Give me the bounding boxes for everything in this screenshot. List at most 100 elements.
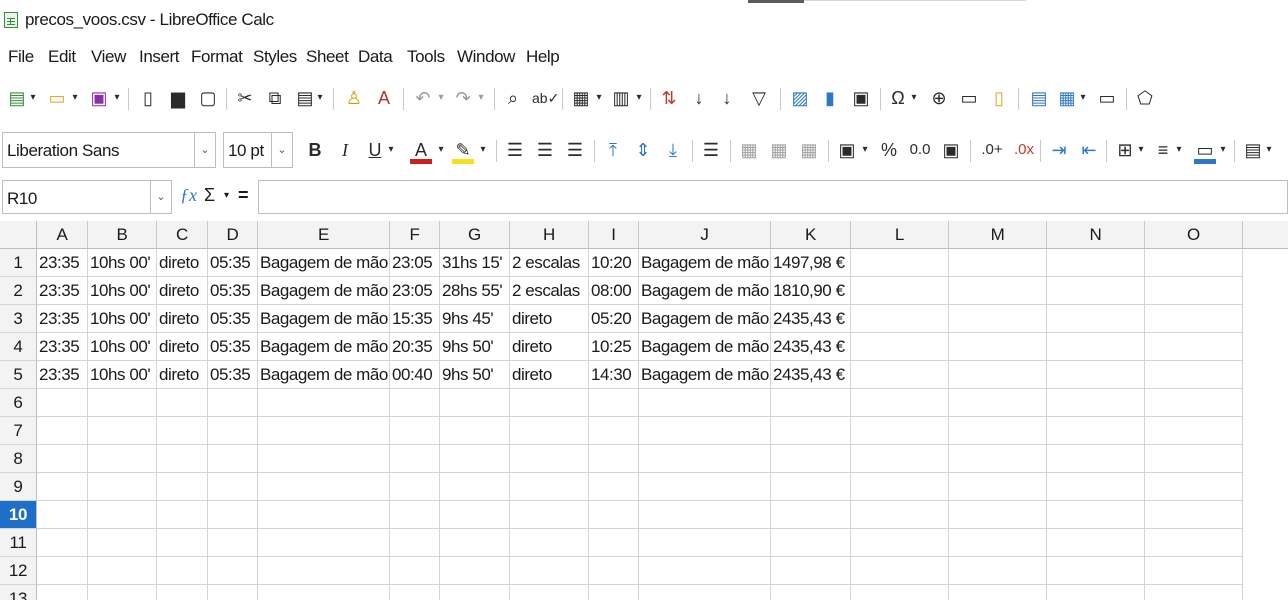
cell-m12[interactable] [949, 557, 1047, 585]
column-header-o[interactable]: O [1145, 221, 1243, 248]
column-header-i[interactable]: I [589, 221, 639, 248]
wrap-text-icon[interactable]: ☰ [700, 137, 722, 163]
spreadsheet-grid[interactable]: ABCDEFGHIJKLMNO 1 23:35 10hs 00' direto 05:3… [0, 221, 1288, 600]
open-folder-icon[interactable]: ▭ [46, 85, 68, 111]
align-top-icon[interactable]: ⤒ [602, 137, 624, 163]
column-header-j[interactable]: J [639, 221, 771, 248]
cell-k10[interactable] [771, 501, 851, 529]
cell-j8[interactable] [639, 445, 771, 473]
cell-k13[interactable] [771, 585, 851, 600]
cell-b3[interactable]: 10hs 00' [88, 305, 157, 333]
row-icon[interactable]: ▦ [570, 85, 592, 111]
cell-f13[interactable] [390, 585, 440, 600]
cell-m7[interactable] [949, 417, 1047, 445]
column-header-k[interactable]: K [771, 221, 851, 248]
split-window-icon[interactable]: ▭ [1096, 85, 1118, 111]
cell-o12[interactable] [1145, 557, 1243, 585]
cell-d10[interactable] [208, 501, 258, 529]
cell-i10[interactable] [589, 501, 639, 529]
align-middle-icon[interactable]: ⇕ [632, 137, 654, 163]
cell-e1[interactable]: Bagagem de mão [258, 249, 390, 277]
column-header-b[interactable]: B [88, 221, 157, 248]
cell-h10[interactable] [510, 501, 589, 529]
cell-j13[interactable] [639, 585, 771, 600]
cell-o6[interactable] [1145, 389, 1243, 417]
cell-g5[interactable]: 9hs 50' [440, 361, 510, 389]
cell-f1[interactable]: 23:05 [390, 249, 440, 277]
cell-e3[interactable]: Bagagem de mão [258, 305, 390, 333]
chevron-down-icon[interactable]: ⌄ [150, 181, 171, 213]
cell-h5[interactable]: direto [510, 361, 589, 389]
column-header-n[interactable]: N [1047, 221, 1145, 248]
cell-d12[interactable] [208, 557, 258, 585]
delete-decimal-icon[interactable]: .0x [1010, 137, 1038, 163]
cell-b13[interactable] [88, 585, 157, 600]
cell-b9[interactable] [88, 473, 157, 501]
new-dropdown-icon[interactable]: ▾ [28, 85, 38, 111]
cell-j2[interactable]: Bagagem de mão [639, 277, 771, 305]
date-icon[interactable]: ▣ [940, 137, 962, 163]
cell-i3[interactable]: 05:20 [589, 305, 639, 333]
sort-descending-icon[interactable]: ↓ [716, 85, 738, 111]
cell-n7[interactable] [1047, 417, 1145, 445]
cell-i2[interactable]: 08:00 [589, 277, 639, 305]
cell-j11[interactable] [639, 529, 771, 557]
chart-icon[interactable]: ▮ [819, 85, 841, 111]
cell-d5[interactable]: 05:35 [208, 361, 258, 389]
cell-a4[interactable]: 23:35 [37, 333, 88, 361]
cell-a11[interactable] [37, 529, 88, 557]
column-header-l[interactable]: L [851, 221, 949, 248]
cell-i12[interactable] [589, 557, 639, 585]
pivot-table-icon[interactable]: ▣ [850, 85, 872, 111]
cell-g13[interactable] [440, 585, 510, 600]
cell-a13[interactable] [37, 585, 88, 600]
cell-l6[interactable] [851, 389, 949, 417]
borders-icon[interactable]: ⊞ [1114, 137, 1136, 163]
column-dropdown-icon[interactable]: ▾ [634, 85, 644, 111]
column-header-a[interactable]: A [37, 221, 88, 248]
print-icon[interactable]: ▆ [167, 85, 189, 111]
column-header-h[interactable]: H [510, 221, 589, 248]
cell-g11[interactable] [440, 529, 510, 557]
border-color-icon[interactable]: ▭ [1194, 137, 1216, 164]
cell-h4[interactable]: direto [510, 333, 589, 361]
cell-b12[interactable] [88, 557, 157, 585]
cell-d9[interactable] [208, 473, 258, 501]
sum-dropdown-icon[interactable]: ▾ [224, 190, 229, 201]
column-header-g[interactable]: G [440, 221, 510, 248]
cell-b5[interactable]: 10hs 00' [88, 361, 157, 389]
formula-input[interactable] [258, 180, 1288, 214]
menu-help[interactable]: Help [526, 47, 560, 67]
cell-n11[interactable] [1047, 529, 1145, 557]
cell-d4[interactable]: 05:35 [208, 333, 258, 361]
cell-f4[interactable]: 20:35 [390, 333, 440, 361]
menu-file[interactable]: File [8, 47, 34, 67]
cell-k8[interactable] [771, 445, 851, 473]
cell-d7[interactable] [208, 417, 258, 445]
cell-d6[interactable] [208, 389, 258, 417]
cell-k2[interactable]: 1810,90 € [771, 277, 851, 305]
cell-j5[interactable]: Bagagem de mão [639, 361, 771, 389]
cell-l10[interactable] [851, 501, 949, 529]
image-icon[interactable]: ▨ [789, 85, 811, 111]
cell-o13[interactable] [1145, 585, 1243, 600]
cell-b7[interactable] [88, 417, 157, 445]
equals-icon[interactable]: = [238, 185, 249, 206]
cell-e6[interactable] [258, 389, 390, 417]
cell-o10[interactable] [1145, 501, 1243, 529]
cell-m6[interactable] [949, 389, 1047, 417]
export-pdf-icon[interactable]: ▯ [137, 85, 159, 111]
special-character-dropdown-icon[interactable]: ▾ [909, 85, 919, 111]
cell-e13[interactable] [258, 585, 390, 600]
cell-f7[interactable] [390, 417, 440, 445]
cell-o2[interactable] [1145, 277, 1243, 305]
headers-footers-icon[interactable]: ▯ [988, 85, 1010, 111]
row-header-7[interactable]: 7 [0, 417, 37, 445]
cell-h12[interactable] [510, 557, 589, 585]
borders-dropdown-icon[interactable]: ▾ [1136, 137, 1146, 163]
cell-i1[interactable]: 10:20 [589, 249, 639, 277]
font-color-dropdown-icon[interactable]: ▾ [436, 137, 446, 163]
cell-n5[interactable] [1047, 361, 1145, 389]
autofilter-icon[interactable]: ▽ [748, 85, 770, 111]
cell-f10[interactable] [390, 501, 440, 529]
